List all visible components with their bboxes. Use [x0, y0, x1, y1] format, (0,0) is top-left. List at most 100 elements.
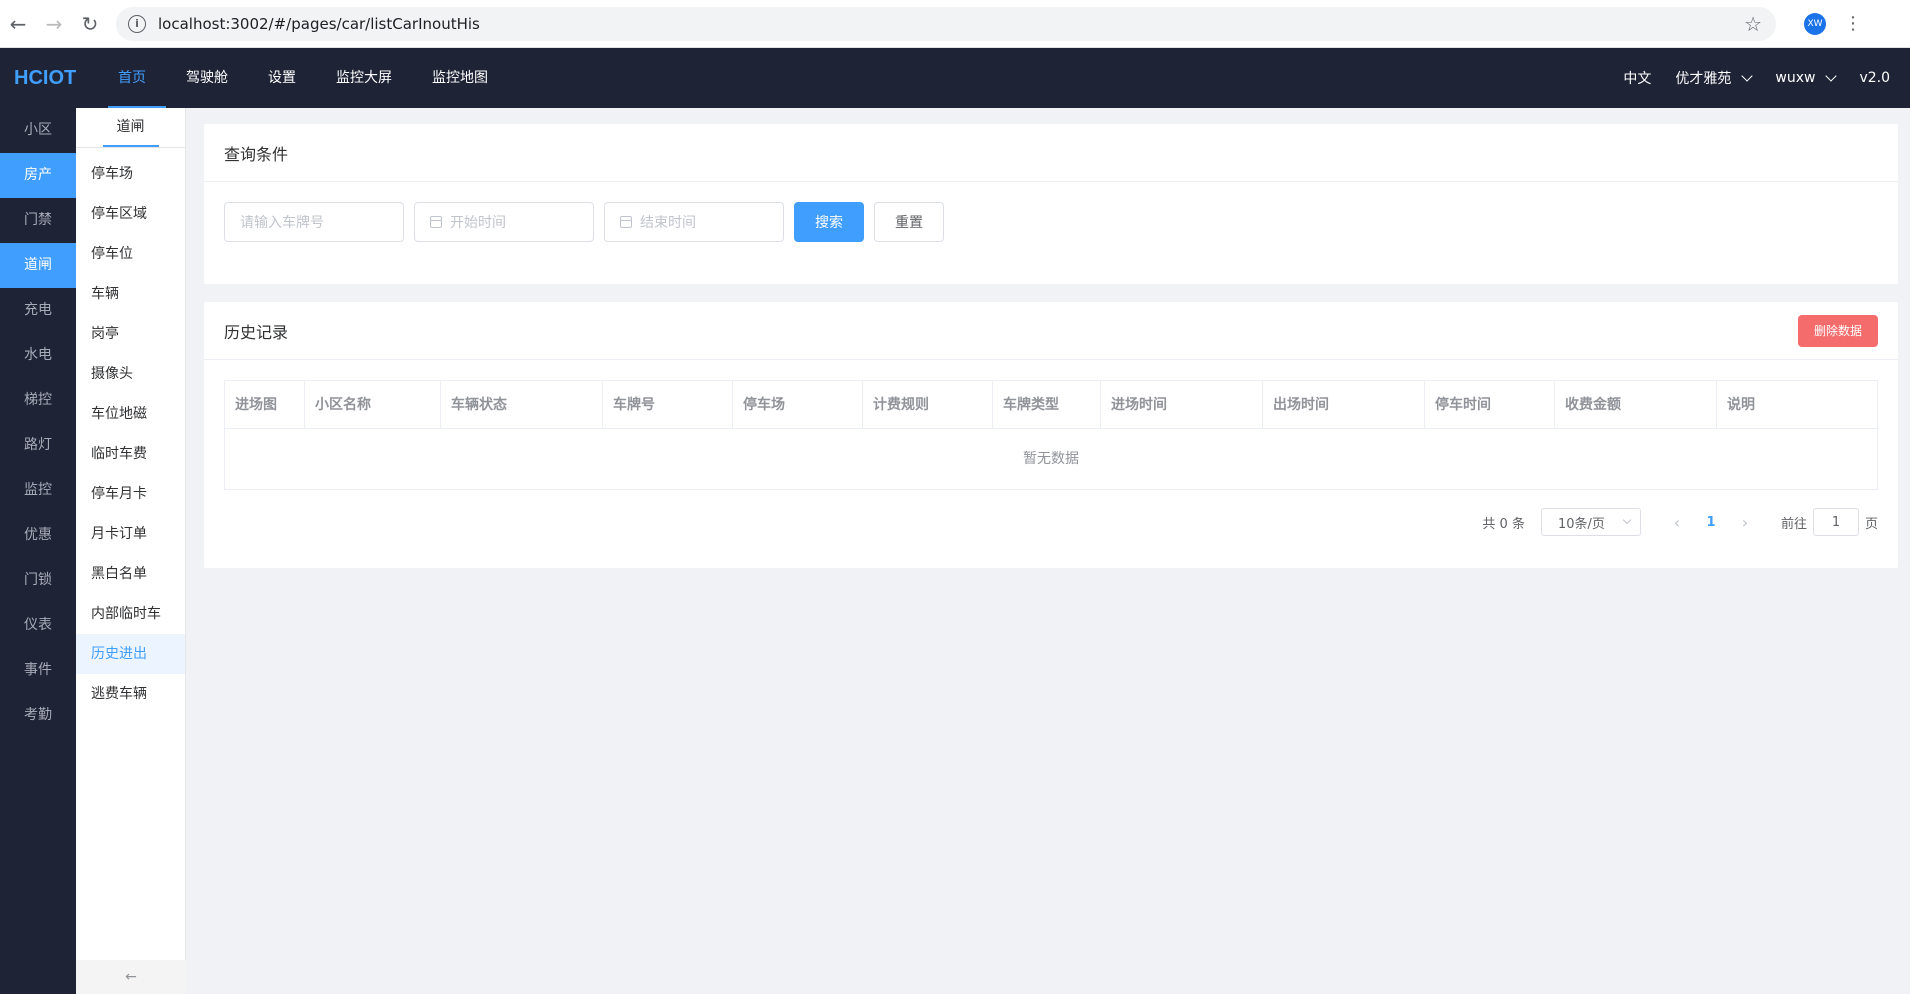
next-page-icon[interactable]: › — [1731, 513, 1759, 532]
primary-sidebar: 小区 房产 门禁 道闸 充电 水电 梯控 路灯 监控 优惠 门锁 仪表 事件 考… — [0, 108, 76, 994]
submenu-item-blackwhite-list[interactable]: 黑白名单 — [76, 554, 185, 594]
rail-item-elevator[interactable]: 梯控 — [0, 378, 76, 423]
arrow-left-icon: ← — [125, 969, 137, 985]
collapse-button[interactable]: ← — [76, 960, 186, 994]
history-table: 进场图 小区名称 车辆状态 车牌号 停车场 计费规则 车牌类型 进场时间 出场时… — [224, 380, 1878, 490]
community-label: 优才雅苑 — [1675, 71, 1732, 87]
rail-item-utilities[interactable]: 水电 — [0, 333, 76, 378]
rail-item-meter[interactable]: 仪表 — [0, 603, 76, 648]
column-header: 小区名称 — [305, 381, 441, 429]
user-name: wuxw — [1775, 70, 1816, 86]
topnav-home[interactable]: 首页 — [98, 48, 166, 108]
column-header: 进场图 — [225, 381, 305, 429]
submenu-item-camera[interactable]: 摄像头 — [76, 354, 185, 394]
site-info-icon[interactable]: i — [128, 14, 146, 33]
profile-avatar[interactable]: XW — [1804, 12, 1826, 35]
delete-data-button[interactable]: 删除数据 — [1798, 314, 1878, 347]
column-header: 进场时间 — [1101, 381, 1263, 429]
reload-icon[interactable]: ↻ — [72, 6, 108, 42]
reset-button[interactable]: 重置 — [874, 202, 944, 242]
community-select[interactable]: 优才雅苑 — [1675, 68, 1754, 88]
column-header: 计费规则 — [863, 381, 993, 429]
column-header: 停车时间 — [1425, 381, 1555, 429]
submenu-item-monthly-card[interactable]: 停车月卡 — [76, 474, 185, 514]
pagination-total: 共 0 条 — [1482, 516, 1525, 532]
secondary-sidebar: 道闸 停车场 停车区域 停车位 车辆 岗亭 摄像头 车位地磁 临时车费 停车月卡… — [76, 108, 186, 994]
column-header: 收费金额 — [1555, 381, 1717, 429]
history-title: 历史记录 — [224, 322, 289, 342]
header-right: 中文 优才雅苑 wuxw v2.0 — [1599, 68, 1910, 88]
forward-icon[interactable]: → — [36, 6, 72, 42]
back-icon[interactable]: ← — [0, 6, 36, 42]
rail-item-attendance[interactable]: 考勤 — [0, 693, 76, 738]
end-time-placeholder: 结束时间 — [640, 215, 696, 231]
chevron-down-icon — [1825, 69, 1838, 82]
chevron-down-icon — [1622, 515, 1632, 525]
submenu-title[interactable]: 道闸 — [102, 108, 159, 147]
query-form: 请输入车牌号 开始时间 结束时间 搜索 重置 — [204, 182, 1898, 262]
rail-item-property[interactable]: 房产 — [0, 153, 76, 198]
rail-item-discount[interactable]: 优惠 — [0, 513, 76, 558]
prev-page-icon[interactable]: ‹ — [1663, 513, 1691, 532]
browser-menu-icon[interactable]: ⋮ — [1844, 13, 1862, 34]
submenu-item-geomagnetic[interactable]: 车位地磁 — [76, 394, 185, 434]
search-button[interactable]: 搜索 — [794, 202, 864, 242]
table-empty-text: 暂无数据 — [1023, 451, 1079, 467]
app-logo: HCIOT — [14, 66, 77, 89]
rail-item-monitor[interactable]: 监控 — [0, 468, 76, 513]
goto-prefix: 前往 — [1780, 516, 1807, 532]
rail-item-community[interactable]: 小区 — [0, 108, 76, 153]
rail-item-streetlight[interactable]: 路灯 — [0, 423, 76, 468]
submenu-item-card-order[interactable]: 月卡订单 — [76, 514, 185, 554]
chevron-down-icon — [1741, 69, 1754, 82]
topnav-cockpit[interactable]: 驾驶舱 — [166, 48, 248, 108]
submenu-item-fee-evasion[interactable]: 逃费车辆 — [76, 674, 185, 714]
language-switch[interactable]: 中文 — [1623, 68, 1651, 88]
submenu-item-booth[interactable]: 岗亭 — [76, 314, 185, 354]
submenu-header: 道闸 — [76, 108, 185, 148]
column-header: 车辆状态 — [441, 381, 603, 429]
submenu-item-vehicle[interactable]: 车辆 — [76, 274, 185, 314]
rail-item-barrier[interactable]: 道闸 — [0, 243, 76, 288]
app-header: HCIOT 首页 驾驶舱 设置 监控大屏 监控地图 中文 优才雅苑 wuxw v… — [0, 48, 1910, 108]
topnav-monitor-screen[interactable]: 监控大屏 — [316, 48, 412, 108]
submenu-item-temp-fee[interactable]: 临时车费 — [76, 434, 185, 474]
column-header: 出场时间 — [1263, 381, 1425, 429]
goto-page-input[interactable]: 1 — [1812, 508, 1859, 536]
topnav-monitor-map[interactable]: 监控地图 — [412, 48, 508, 108]
plate-number-placeholder: 请输入车牌号 — [240, 215, 324, 231]
submenu-item-internal-temp[interactable]: 内部临时车 — [76, 594, 185, 634]
rail-item-access[interactable]: 门禁 — [0, 198, 76, 243]
url-text[interactable]: localhost:3002/#/pages/car/listCarInoutH… — [158, 15, 1744, 33]
history-card: 历史记录 删除数据 进场图 小区名称 车辆状态 车牌号 停车场 计费规则 车牌类… — [204, 302, 1898, 568]
submenu-item-parking-area[interactable]: 停车区域 — [76, 194, 185, 234]
user-menu[interactable]: wuxw — [1775, 69, 1838, 86]
rail-item-event[interactable]: 事件 — [0, 648, 76, 693]
main-content: 查询条件 请输入车牌号 开始时间 结束时间 搜索 重置 历史记录 删除数据 进场… — [186, 108, 1910, 994]
plate-number-input[interactable]: 请输入车牌号 — [224, 202, 404, 242]
page-size-select[interactable]: 10条/页 — [1540, 508, 1641, 536]
top-nav: 首页 驾驶舱 设置 监控大屏 监控地图 — [98, 48, 508, 108]
start-time-input[interactable]: 开始时间 — [414, 202, 594, 242]
end-time-input[interactable]: 结束时间 — [604, 202, 784, 242]
rail-item-lock[interactable]: 门锁 — [0, 558, 76, 603]
page-number-current[interactable]: 1 — [1691, 515, 1731, 530]
submenu-item-parking-space[interactable]: 停车位 — [76, 234, 185, 274]
version-label: v2.0 — [1859, 70, 1890, 86]
submenu-list: 停车场 停车区域 停车位 车辆 岗亭 摄像头 车位地磁 临时车费 停车月卡 月卡… — [76, 148, 185, 714]
rail-item-charging[interactable]: 充电 — [0, 288, 76, 333]
page-size-value: 10条/页 — [1557, 516, 1605, 532]
history-header: 历史记录 删除数据 — [204, 302, 1898, 360]
submenu-item-inout-history[interactable]: 历史进出 — [76, 634, 185, 674]
query-card: 查询条件 请输入车牌号 开始时间 结束时间 搜索 重置 — [204, 124, 1898, 284]
bookmark-star-icon[interactable]: ☆ — [1744, 12, 1762, 36]
topnav-settings[interactable]: 设置 — [248, 48, 316, 108]
address-bar[interactable]: i localhost:3002/#/pages/car/listCarInou… — [116, 6, 1776, 41]
column-header: 说明 — [1727, 397, 1755, 413]
submenu-item-parking-lot[interactable]: 停车场 — [76, 154, 185, 194]
column-header: 车牌号 — [603, 381, 733, 429]
query-title-text: 查询条件 — [224, 144, 289, 164]
calendar-icon — [430, 216, 442, 228]
page-jumper: 前往 1 页 — [1781, 508, 1878, 536]
pagination: 共 0 条 10条/页 ‹ 1 › 前往 1 页 — [204, 490, 1898, 536]
